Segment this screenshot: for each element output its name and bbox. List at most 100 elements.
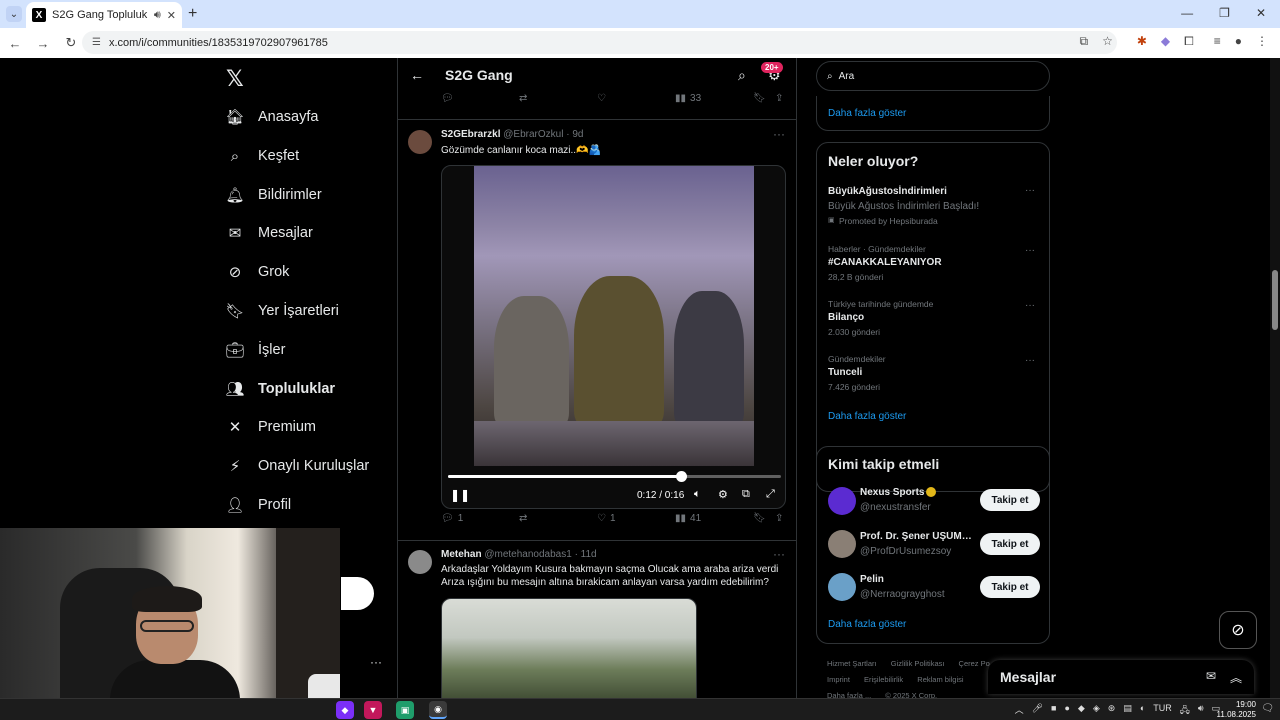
- post-author[interactable]: S2GEbrarzkl @EbrarOzkul · 9d: [441, 129, 583, 140]
- nav-item-communities[interactable]: 👥︎ Topluluklar: [225, 376, 335, 402]
- install-app-icon[interactable]: ⧉: [1079, 34, 1088, 49]
- tray-chevron-icon[interactable]: ︿: [1015, 703, 1024, 719]
- trend-name[interactable]: Tunceli: [828, 367, 862, 378]
- system-clock[interactable]: 19:00 11.08.2025: [1217, 700, 1256, 720]
- grok-floating-button[interactable]: ⊘: [1219, 611, 1257, 649]
- nav-item-grok[interactable]: ⊘ Grok: [226, 259, 290, 285]
- like-button[interactable]: ♡ 1: [597, 513, 616, 524]
- repost-icon[interactable]: ⇄: [519, 513, 527, 524]
- footer-link[interactable]: Reklam bilgisi: [917, 675, 963, 684]
- nav-item-explore[interactable]: ⌕ Keşfet: [226, 143, 299, 169]
- reload-icon[interactable]: ↻: [64, 35, 78, 51]
- video-progress-bar[interactable]: [448, 471, 781, 482]
- follow-name[interactable]: Prof. Dr. Şener ÜŞÜMEZSOY: [860, 531, 975, 542]
- profile-avatar-icon[interactable]: ●: [1235, 34, 1242, 49]
- show-more-link[interactable]: Daha fazla göster: [828, 108, 906, 119]
- more-options-icon[interactable]: ···: [773, 547, 785, 561]
- follow-name[interactable]: Nexus Sports: [860, 487, 975, 498]
- nav-item-home[interactable]: 🏠︎ Anasayfa: [225, 104, 318, 130]
- nav-item-jobs[interactable]: 💼︎ İşler: [225, 337, 285, 363]
- repost-icon[interactable]: ⇄: [519, 93, 527, 104]
- tray-app-icon[interactable]: ◆: [1078, 703, 1085, 719]
- nav-item-bookmarks[interactable]: 🔖︎ Yer İşaretleri: [225, 298, 338, 324]
- audio-playing-icon[interactable]: 🔊︎: [154, 9, 161, 22]
- tray-app-icon[interactable]: ◈: [1093, 703, 1100, 719]
- taskbar-app-icon[interactable]: ◆: [336, 701, 354, 719]
- page-scrollbar[interactable]: [1270, 58, 1280, 698]
- back-icon[interactable]: ←: [8, 36, 22, 51]
- follow-name[interactable]: Pelin: [860, 574, 975, 585]
- bookmark-icon[interactable]: 🔖︎: [753, 93, 766, 104]
- tray-app-icon[interactable]: ■: [1051, 703, 1056, 719]
- reply-icon[interactable]: 💬︎: [441, 93, 454, 104]
- picture-in-picture-icon[interactable]: ⧉: [742, 488, 750, 501]
- scrollbar-thumb[interactable]: [1272, 270, 1278, 330]
- more-options-icon[interactable]: ···: [773, 127, 785, 141]
- steam-icon[interactable]: ⊛: [1108, 703, 1116, 719]
- bookmark-icon[interactable]: 🔖︎: [753, 513, 766, 524]
- browser-menu-icon[interactable]: ⋮: [1256, 34, 1268, 49]
- tray-app-icon[interactable]: ▤: [1123, 703, 1132, 719]
- show-more-link[interactable]: Daha fazla göster: [828, 411, 906, 422]
- nav-item-notifications[interactable]: 🔔︎ Bildirimler: [225, 182, 321, 208]
- trend-name[interactable]: Bilanço: [828, 312, 864, 323]
- avatar[interactable]: [828, 573, 856, 601]
- volume-icon[interactable]: 🔊︎: [1198, 703, 1204, 719]
- more-options-icon[interactable]: ···: [1025, 300, 1035, 311]
- notification-center-icon[interactable]: 🗨︎: [1261, 703, 1274, 714]
- like-icon[interactable]: ♡: [597, 93, 606, 104]
- nav-item-messages[interactable]: ✉ Mesajlar: [226, 220, 313, 246]
- video-scrubber-handle[interactable]: [676, 471, 688, 482]
- tray-app-icon[interactable]: ●: [1064, 703, 1069, 719]
- extension-icon[interactable]: ◆: [1161, 34, 1170, 49]
- close-window-button[interactable]: ✕: [1256, 6, 1266, 20]
- footer-link[interactable]: Çerez Po: [959, 659, 990, 668]
- taskbar-app-icon[interactable]: ▼: [364, 701, 382, 719]
- pause-icon[interactable]: ❚❚: [450, 488, 470, 502]
- search-input[interactable]: ⌕ Ara: [816, 61, 1050, 91]
- microphone-icon[interactable]: 🎤︎: [1032, 703, 1043, 719]
- show-more-link[interactable]: Daha fazla göster: [828, 619, 906, 630]
- forward-icon[interactable]: →: [36, 36, 50, 51]
- back-arrow-icon[interactable]: ←: [410, 67, 424, 83]
- new-tab-button[interactable]: +: [188, 5, 197, 23]
- trend-name[interactable]: #CANAKKALEYANIYOR: [828, 257, 942, 268]
- share-icon[interactable]: ⇪: [775, 513, 783, 524]
- nav-item-verified-orgs[interactable]: ⚡︎ Onaylı Kuruluşlar: [226, 453, 370, 479]
- avatar[interactable]: [408, 130, 432, 154]
- language-indicator[interactable]: TUR: [1153, 703, 1172, 719]
- views-count[interactable]: ▮▮ 41: [675, 513, 701, 524]
- search-icon[interactable]: ⌕: [738, 67, 746, 84]
- video-player[interactable]: ❚❚ 0:12 / 0:16 🔈︎ ⚙ ⧉ ⤢: [441, 165, 786, 509]
- nav-item-profile[interactable]: 👤︎ Profil: [225, 492, 291, 518]
- footer-link[interactable]: Gizlilik Politikası: [891, 659, 945, 668]
- follow-button[interactable]: Takip et: [980, 489, 1040, 511]
- messages-drawer[interactable]: Mesajlar ✉ ︽: [988, 660, 1254, 694]
- volume-icon[interactable]: 🔈︎: [694, 488, 701, 501]
- footer-link[interactable]: Erişilebilirlik: [864, 675, 903, 684]
- maximize-button[interactable]: ❐: [1219, 6, 1230, 20]
- tab-search-icon[interactable]: ⌄: [6, 6, 22, 22]
- avatar[interactable]: [828, 530, 856, 558]
- bookmark-star-icon[interactable]: ☆: [1102, 34, 1113, 49]
- x-logo-icon[interactable]: 𝕏: [226, 66, 244, 92]
- follow-button[interactable]: Takip et: [980, 533, 1040, 555]
- taskbar-app-icon[interactable]: ▣: [396, 701, 414, 719]
- trend-name[interactable]: BüyükAğustosİndirimleri: [828, 186, 947, 197]
- share-icon[interactable]: ⇪: [775, 93, 783, 104]
- tab-close-icon[interactable]: ✕: [167, 9, 176, 22]
- tray-app-icon[interactable]: ◐: [1140, 703, 1145, 719]
- extension-icon[interactable]: ✱: [1137, 34, 1147, 49]
- fullscreen-icon[interactable]: ⤢: [766, 488, 775, 501]
- account-more-icon[interactable]: ···: [370, 655, 382, 669]
- browser-tab[interactable]: X S2G Gang Topluluk / X 🔊︎ ✕: [26, 2, 182, 28]
- reply-button[interactable]: 💬︎ 1: [441, 513, 463, 524]
- avatar[interactable]: [408, 550, 432, 574]
- more-options-icon[interactable]: ···: [1025, 355, 1035, 366]
- extensions-puzzle-icon[interactable]: ⧠: [1184, 34, 1194, 49]
- minimize-button[interactable]: —: [1181, 6, 1193, 20]
- post-author[interactable]: Metehan @metehanodabas1 · 11d: [441, 549, 597, 560]
- footer-link[interactable]: Hizmet Şartları: [827, 659, 877, 668]
- views-count[interactable]: ▮▮ 33: [675, 93, 701, 104]
- site-info-icon[interactable]: ☰: [92, 37, 101, 48]
